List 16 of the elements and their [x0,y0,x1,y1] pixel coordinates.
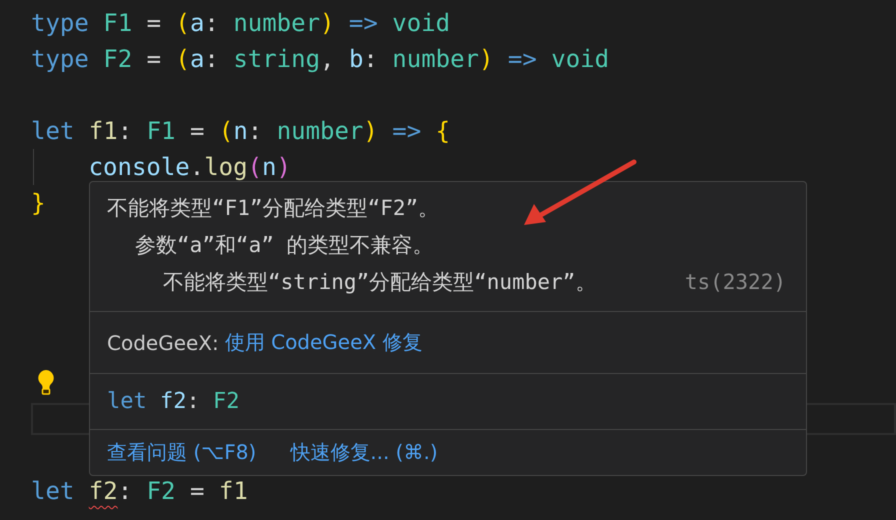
fix-link[interactable]: 使用 CodeGeeX 修复 [224,329,422,356]
code-line: type F1 = (a: number) => void [31,8,450,39]
assistant-label: CodeGeeX: [107,330,219,354]
code-preview: let f2: F2 [107,389,240,414]
error-message: 不能将类型“string”分配给类型“number”。 [162,269,596,296]
code-line: console.log(n) [88,152,291,183]
error-message: 参数“a”和“a” 的类型不兼容。 [134,232,434,259]
code-line: type F2 = (a: string, b: number) => void [31,44,610,75]
action-link[interactable]: 快速修复... (⌘.) [290,439,438,466]
code-line: let f1: F1 = (n: number) => { [31,116,450,147]
error-code: ts(2322) [684,269,786,296]
lightbulb-icon[interactable] [37,369,55,395]
error-message: 不能将类型“F1”分配给类型“F2”。 [107,195,440,222]
code-line: } [31,188,46,219]
action-link[interactable]: 查看问题 (⌥F8) [107,439,256,466]
code-line: let f2: F2 = f1 [31,476,248,507]
